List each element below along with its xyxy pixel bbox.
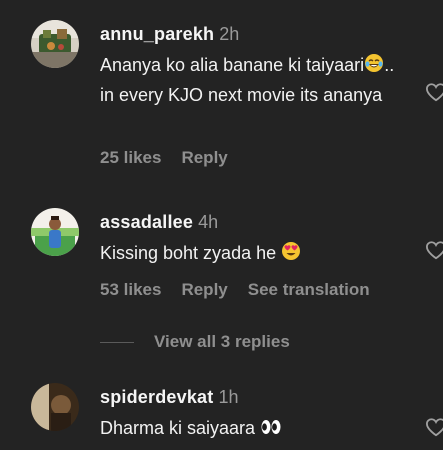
comment-text-start: Ananya ko alia banane ki taiyaari (100, 55, 365, 75)
view-replies-button[interactable]: View all 3 replies (154, 332, 290, 352)
comment-text-start: Dharma ki saiyaara (100, 418, 261, 438)
avatar[interactable] (31, 20, 79, 68)
reply-button[interactable]: Reply (181, 148, 227, 167)
comment-text: Dharma ki saiyaara (100, 414, 400, 444)
replies-divider (100, 341, 134, 343)
heart-eyes-emoji-icon (281, 241, 301, 269)
comment-time: 1h (218, 387, 239, 407)
see-translation-button[interactable]: See translation (248, 280, 370, 299)
like-heart-icon[interactable] (425, 82, 443, 102)
view-replies-row[interactable]: View all 3 replies (100, 330, 290, 354)
username[interactable]: spiderdevkat (100, 387, 213, 407)
avatar[interactable] (31, 208, 79, 256)
laughing-tears-emoji-icon (364, 53, 384, 81)
like-heart-icon[interactable] (425, 240, 443, 260)
like-heart-icon[interactable] (425, 417, 443, 437)
eyes-emoji-icon (260, 416, 282, 444)
avatar[interactable] (31, 383, 79, 431)
reply-button[interactable]: Reply (181, 280, 227, 299)
username[interactable]: assadallee (100, 212, 193, 232)
likes-count[interactable]: 53 likes (100, 280, 161, 299)
comment-text: Kissing boht zyada he (100, 239, 400, 269)
username[interactable]: annu_parekh (100, 24, 214, 44)
comment-time: 2h (219, 24, 240, 44)
comment-time: 4h (198, 212, 219, 232)
likes-count[interactable]: 25 likes (100, 148, 161, 167)
comment-text: Ananya ko alia banane ki taiyaari.. in e… (100, 51, 400, 109)
comment-text-start: Kissing boht zyada he (100, 243, 282, 263)
